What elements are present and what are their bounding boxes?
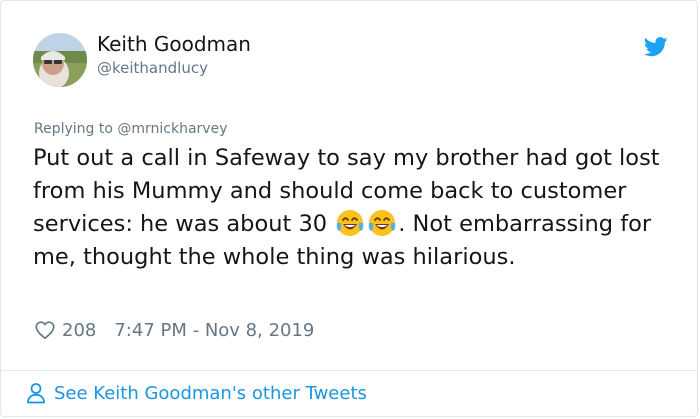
avatar[interactable] xyxy=(33,33,87,87)
tears-of-joy-emoji-icon xyxy=(336,210,364,236)
tweet-timestamp[interactable]: 7:47 PM - Nov 8, 2019 xyxy=(114,320,314,341)
tears-of-joy-emoji-icon xyxy=(368,210,396,236)
author-handle[interactable]: @keithandlucy xyxy=(97,59,208,77)
twitter-bird-icon[interactable] xyxy=(644,37,668,57)
replying-to[interactable]: Replying to @mrnickharvey xyxy=(34,121,227,137)
tweet-meta: 208 7:47 PM - Nov 8, 2019 xyxy=(34,319,314,341)
see-other-tweets-link[interactable]: See Keith Goodman's other Tweets xyxy=(26,382,367,404)
tweet-text: Put out a call in Safeway to say my brot… xyxy=(33,142,673,274)
person-icon xyxy=(27,383,45,404)
avatar-photo xyxy=(33,33,87,87)
like-count[interactable]: 208 xyxy=(62,320,96,341)
divider xyxy=(1,370,697,371)
tweet-card: Keith Goodman @keithandlucy Replying to … xyxy=(0,0,698,417)
see-other-tweets-label[interactable]: See Keith Goodman's other Tweets xyxy=(54,383,367,404)
heart-outline-icon[interactable] xyxy=(34,319,56,341)
author-name[interactable]: Keith Goodman xyxy=(97,32,251,56)
